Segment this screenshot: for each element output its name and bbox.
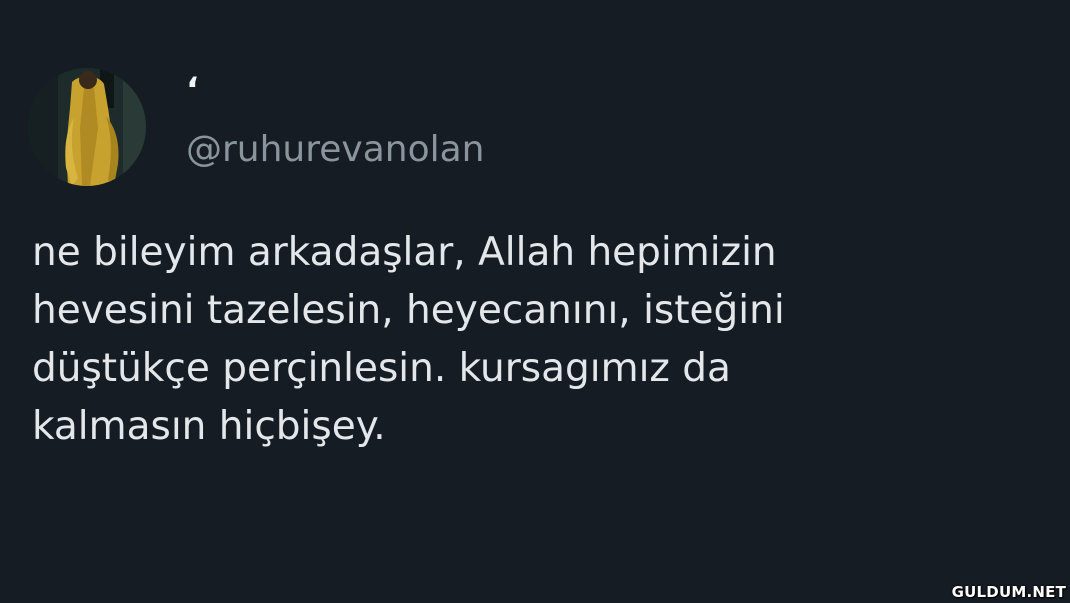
watermark: GULDUM.NET bbox=[951, 583, 1066, 601]
profile-photo-icon bbox=[28, 68, 146, 186]
avatar[interactable] bbox=[28, 68, 146, 186]
tweet-card: ‘ @ruhurevanolan ne bileyim arkadaşlar, … bbox=[0, 0, 1070, 603]
tweet-text: ne bileyim arkadaşlar, Allah hepimizin h… bbox=[32, 230, 785, 449]
display-name[interactable]: ‘ bbox=[186, 70, 199, 110]
username-handle[interactable]: @ruhurevanolan bbox=[186, 128, 485, 172]
